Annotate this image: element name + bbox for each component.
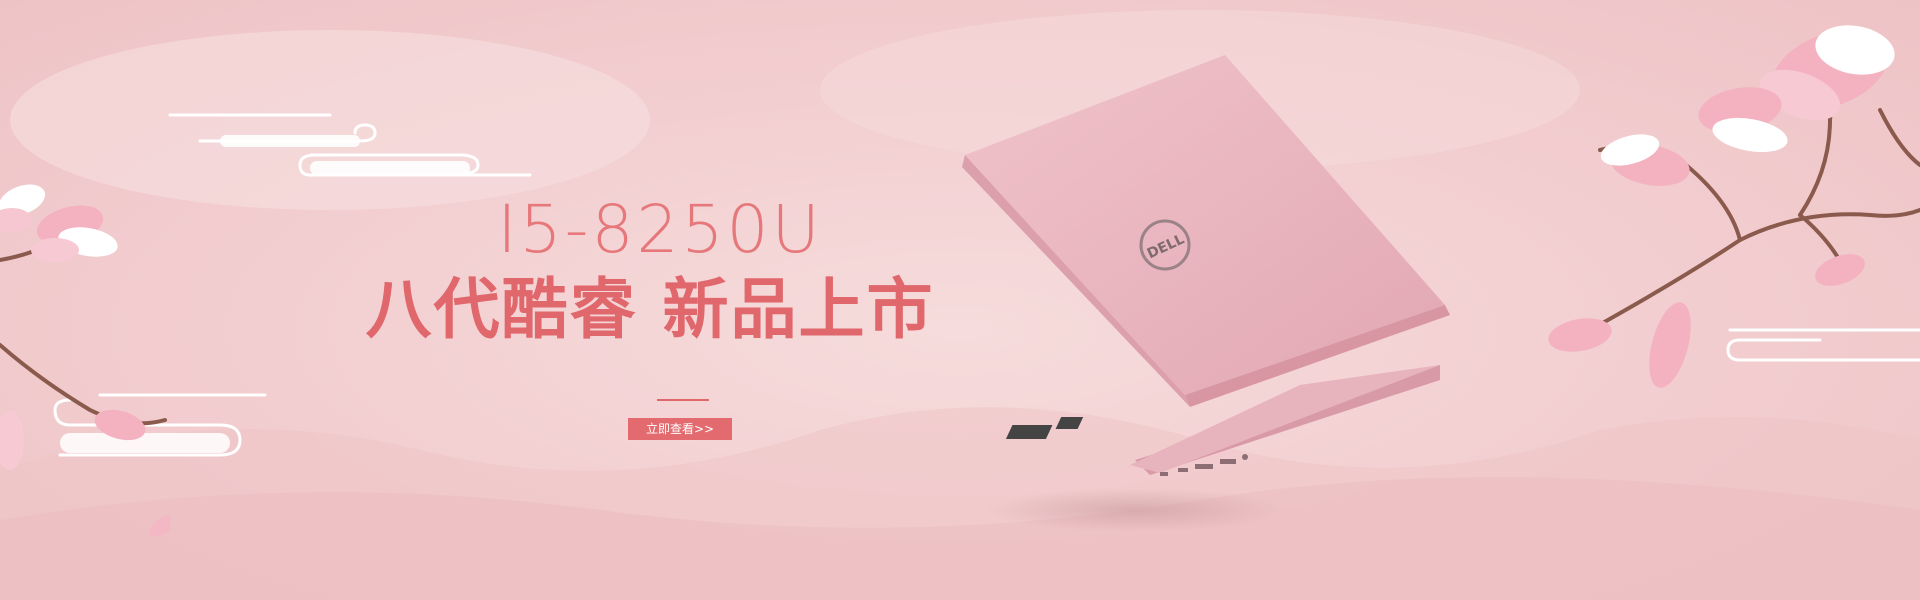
processor-model: I5-8250U	[497, 191, 823, 268]
cloud-swirl-icon	[168, 113, 532, 177]
magnolia-branch-icon	[0, 184, 170, 537]
headline-block: I5-8250U 八代酷睿 新品上市	[366, 190, 980, 350]
page-title: 八代酷睿 新品上市	[365, 271, 935, 348]
laptop-image: DELL	[962, 55, 1450, 532]
magnolia-branch-icon	[1548, 25, 1920, 388]
title-divider	[657, 399, 709, 401]
view-now-button[interactable]: 立即查看>>	[628, 418, 732, 440]
keyboard-keys	[1005, 417, 1084, 439]
promo-banner[interactable]: DELL I5-8250U 八代酷睿 新品上市 立即查看>>	[0, 0, 1920, 600]
